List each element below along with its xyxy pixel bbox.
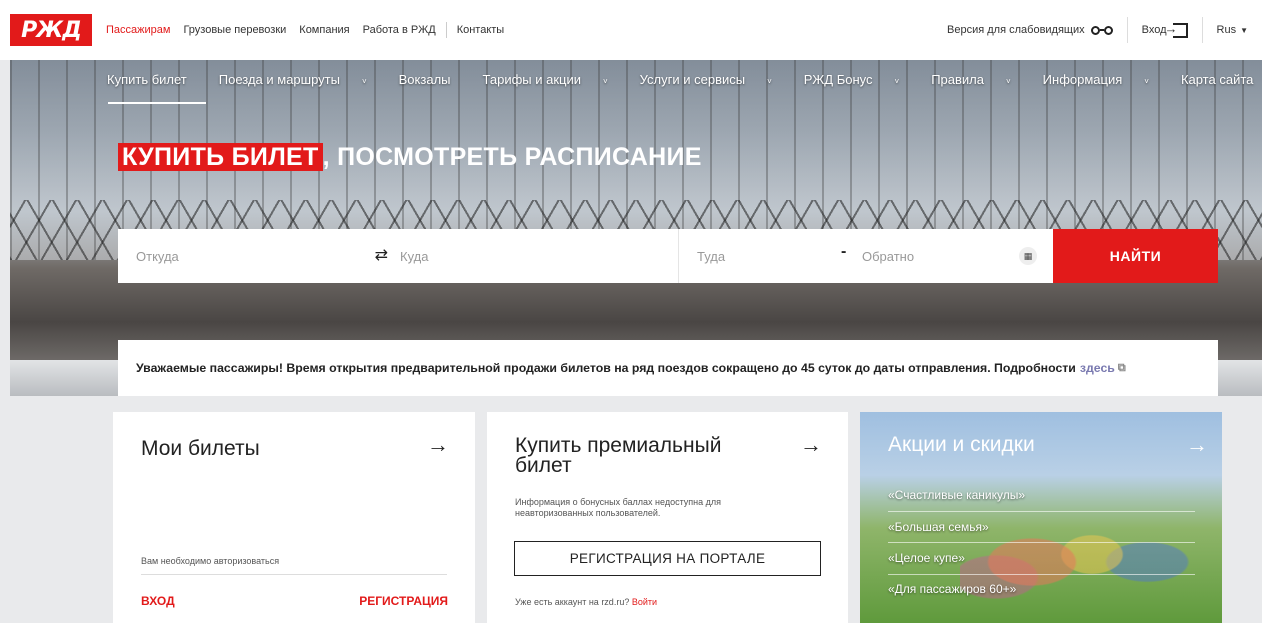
mainnav-sitemap[interactable]: Карта сайта bbox=[1181, 72, 1262, 87]
departure-date-field[interactable]: Туда - bbox=[679, 229, 846, 283]
divider bbox=[888, 574, 1195, 575]
mainnav-label: Карта сайта bbox=[1180, 72, 1254, 87]
accessibility-label: Версия для слабовидящих bbox=[947, 24, 1085, 36]
divider bbox=[888, 511, 1195, 512]
arrow-right-icon[interactable]: → bbox=[427, 432, 449, 458]
arrow-right-icon[interactable]: → bbox=[800, 432, 822, 458]
mainnav-label: Услуги и сервисы bbox=[639, 72, 746, 87]
top-right-controls: Версия для слабовидящих Вход Rus ▼ bbox=[933, 0, 1262, 60]
promo-link[interactable]: «Для пассажиров 60+» bbox=[888, 582, 1016, 596]
login-label: Вход bbox=[1141, 24, 1167, 36]
topnav-company[interactable]: Компания bbox=[299, 24, 349, 36]
logo-text: РЖД bbox=[21, 17, 82, 43]
mainnav-label: РЖД Бонус bbox=[803, 72, 873, 87]
headline-highlight: КУПИТЬ БИЛЕТ bbox=[118, 143, 323, 171]
promotions-title[interactable]: Акции и скидки bbox=[888, 434, 1035, 455]
glasses-icon bbox=[1090, 25, 1113, 35]
register-link[interactable]: РЕГИСТРАЦИЯ bbox=[359, 594, 448, 608]
external-link-icon: ⧉ bbox=[1117, 361, 1126, 374]
hero-headline: КУПИТЬ БИЛЕТ, ПОСМОТРЕТЬ РАСПИСАНИЕ bbox=[118, 143, 702, 172]
topnav-passengers[interactable]: Пассажирам bbox=[106, 24, 170, 36]
announcement-link[interactable]: здесь bbox=[1080, 361, 1115, 375]
active-nav-underline bbox=[108, 102, 206, 104]
login-button[interactable]: ВХОД bbox=[141, 594, 175, 608]
promo-link[interactable]: «Целое купе» bbox=[888, 551, 965, 565]
to-field[interactable]: Куда bbox=[400, 229, 679, 283]
chevron-down-icon: ˅ bbox=[361, 77, 367, 86]
my-tickets-title[interactable]: Мои билеты bbox=[141, 438, 260, 459]
calendar-icon[interactable]: ▦ bbox=[1019, 247, 1037, 265]
caret-down-icon: ▼ bbox=[1240, 25, 1248, 35]
promotions-card: Акции и скидки → «Счастливые каникулы» «… bbox=[860, 412, 1222, 623]
mainnav-information[interactable]: Информация ˅ bbox=[1043, 72, 1165, 87]
headline-rest: , ПОСМОТРЕТЬ РАСПИСАНИЕ bbox=[322, 143, 702, 171]
from-field[interactable]: Откуда ⇄ bbox=[118, 229, 400, 283]
sign-in-link[interactable]: Войти bbox=[632, 597, 657, 607]
accessibility-version-link[interactable]: Версия для слабовидящих bbox=[933, 17, 1127, 43]
return-date-field[interactable]: Обратно ▦ bbox=[844, 229, 1053, 283]
auth-required-text: Вам необходимо авторизоваться bbox=[141, 556, 280, 566]
ticket-search-form: Откуда ⇄ Куда Туда - Обратно ▦ НАЙТИ bbox=[118, 229, 1218, 283]
mainnav-rzd-bonus[interactable]: РЖД Бонус ˅ bbox=[804, 72, 915, 87]
chevron-down-icon: ˅ bbox=[767, 77, 772, 86]
swap-direction-icon[interactable]: ⇄ bbox=[375, 245, 388, 265]
mainnav-tariffs[interactable]: Тарифы и акции ˅ bbox=[483, 72, 624, 87]
divider bbox=[445, 22, 447, 38]
mainnav-stations[interactable]: Вокзалы bbox=[399, 72, 467, 87]
mainnav-label: Купить билет bbox=[107, 72, 187, 87]
to-placeholder: Куда bbox=[400, 248, 429, 264]
top-bar: РЖД Пассажирам Грузовые перевозки Компан… bbox=[0, 0, 1262, 60]
login-link[interactable]: Вход bbox=[1128, 17, 1202, 43]
departure-placeholder: Туда bbox=[697, 248, 726, 264]
divider bbox=[141, 574, 447, 575]
top-nav: Пассажирам Грузовые перевозки Компания Р… bbox=[106, 0, 517, 60]
account-exists-text: Уже есть аккаунт на rzd.ru? Войти bbox=[515, 597, 657, 607]
account-question: Уже есть аккаунт на rzd.ru? bbox=[515, 597, 630, 607]
mainnav-buy-ticket[interactable]: Купить билет bbox=[107, 72, 203, 87]
mainnav-services[interactable]: Услуги и сервисы ˅ bbox=[640, 72, 788, 87]
mainnav-trains-routes[interactable]: Поезда и маршруты ˅ bbox=[219, 72, 383, 87]
chevron-down-icon: ˅ bbox=[1006, 77, 1011, 86]
language-selector[interactable]: Rus ▼ bbox=[1203, 17, 1262, 43]
language-label: Rus bbox=[1216, 24, 1237, 36]
mainnav-label: Правила bbox=[931, 72, 984, 87]
chevron-down-icon: ˅ bbox=[894, 77, 900, 86]
divider bbox=[888, 542, 1195, 543]
announcement-text: Уважаемые пассажиры! Время открытия пред… bbox=[136, 361, 1076, 375]
main-nav: Купить билет Поезда и маршруты ˅ Вокзалы … bbox=[107, 72, 1262, 87]
mainnav-rules[interactable]: Правила ˅ bbox=[931, 72, 1026, 87]
topnav-cargo[interactable]: Грузовые перевозки bbox=[183, 24, 286, 36]
portal-register-button[interactable]: РЕГИСТРАЦИЯ НА ПОРТАЛЕ bbox=[514, 541, 821, 576]
my-tickets-card: Мои билеты → Вам необходимо авторизовать… bbox=[113, 412, 475, 623]
premium-ticket-title[interactable]: Купить премиальный билет bbox=[515, 435, 765, 476]
chevron-down-icon: ˅ bbox=[603, 77, 608, 86]
mainnav-label: Информация bbox=[1042, 72, 1123, 87]
bonus-info-text: Информация о бонусных баллах недоступна … bbox=[515, 497, 722, 518]
rzd-logo[interactable]: РЖД bbox=[10, 14, 92, 46]
search-button[interactable]: НАЙТИ bbox=[1053, 229, 1218, 283]
promo-link[interactable]: «Счастливые каникулы» bbox=[888, 488, 1025, 502]
topnav-jobs[interactable]: Работа в РЖД bbox=[363, 24, 436, 36]
announcement-banner: Уважаемые пассажиры! Время открытия пред… bbox=[118, 340, 1218, 396]
promo-link[interactable]: «Большая семья» bbox=[888, 520, 989, 534]
chevron-down-icon: ˅ bbox=[1144, 77, 1149, 86]
arrow-right-icon[interactable]: → bbox=[1186, 432, 1208, 458]
login-icon bbox=[1165, 21, 1188, 38]
from-placeholder: Откуда bbox=[136, 248, 179, 264]
premium-ticket-card: Купить премиальный билет → Информация о … bbox=[487, 412, 848, 623]
return-placeholder: Обратно bbox=[862, 248, 915, 264]
mainnav-label: Вокзалы bbox=[398, 72, 451, 87]
topnav-contacts[interactable]: Контакты bbox=[457, 24, 505, 36]
mainnav-label: Тарифы и акции bbox=[482, 72, 582, 87]
mainnav-label: Поезда и маршруты bbox=[218, 72, 340, 87]
